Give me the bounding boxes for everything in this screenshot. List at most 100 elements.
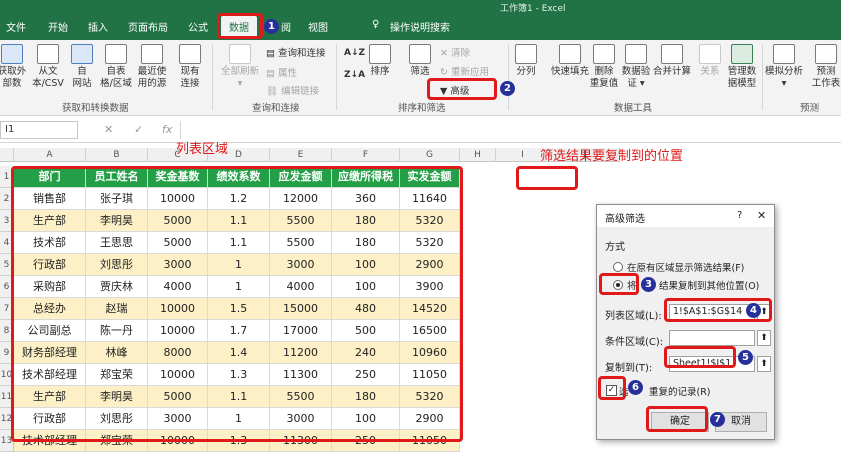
table-cell[interactable]: 4000 — [270, 276, 332, 298]
table-cell[interactable]: 王思思 — [86, 232, 148, 254]
existing-connections-button[interactable]: 现有 连接 — [170, 44, 210, 90]
table-cell[interactable]: 采购部 — [14, 276, 86, 298]
what-if-analysis-button[interactable]: 模拟分析 ▾ — [760, 44, 808, 90]
table-cell[interactable]: 5500 — [270, 386, 332, 408]
table-cell[interactable]: 180 — [332, 210, 400, 232]
sort-button[interactable]: 排序 — [360, 44, 400, 78]
table-cell[interactable]: 250 — [332, 364, 400, 386]
table-cell[interactable]: 公司副总 — [14, 320, 86, 342]
row-header[interactable]: 4 — [0, 232, 14, 254]
table-cell[interactable]: 8000 — [148, 342, 208, 364]
table-cell[interactable]: 11050 — [400, 430, 460, 452]
queries-connections-button[interactable]: ▤ 查询和连接 — [266, 45, 326, 59]
table-header-cell[interactable]: 应缴所得税 — [332, 166, 400, 188]
recent-sources-button[interactable]: 最近使 用的源 — [132, 44, 172, 90]
table-cell[interactable]: 陈一丹 — [86, 320, 148, 342]
table-cell[interactable]: 5320 — [400, 210, 460, 232]
table-cell[interactable]: 2900 — [400, 254, 460, 276]
table-cell[interactable]: 刘思彤 — [86, 254, 148, 276]
table-cell[interactable]: 100 — [332, 254, 400, 276]
tell-me-search[interactable]: 操作说明搜索 — [390, 19, 450, 34]
table-header-cell[interactable]: 实发金额 — [400, 166, 460, 188]
table-cell[interactable]: 1.5 — [208, 298, 270, 320]
table-cell[interactable]: 12000 — [270, 188, 332, 210]
list-range-input[interactable]: 1!$A$1:$G$14 — [669, 304, 755, 320]
column-header[interactable]: H — [460, 148, 496, 162]
unique-records-checkbox[interactable]: ✓ — [606, 385, 617, 396]
table-cell[interactable]: 480 — [332, 298, 400, 320]
clear-filter-button[interactable]: ✕ 清除 — [440, 45, 470, 59]
table-cell[interactable]: 3900 — [400, 276, 460, 298]
criteria-range-input[interactable] — [669, 330, 755, 346]
table-cell[interactable]: 5000 — [148, 386, 208, 408]
select-all-corner[interactable] — [0, 148, 14, 162]
table-cell[interactable]: 行政部 — [14, 408, 86, 430]
ok-button[interactable]: 确定 — [651, 412, 709, 432]
text-to-columns-button[interactable]: 分列 — [506, 44, 546, 78]
tab-review[interactable]: 阅 — [281, 19, 291, 34]
table-cell[interactable]: 生产部 — [14, 210, 86, 232]
row-header[interactable]: 5 — [0, 254, 14, 276]
table-cell[interactable]: 250 — [332, 430, 400, 452]
table-cell[interactable]: 技术部经理 — [14, 364, 86, 386]
range-picker-icon[interactable]: ⬆ — [757, 356, 771, 372]
table-header-cell[interactable]: 应发金额 — [270, 166, 332, 188]
filter-button[interactable]: 筛选 — [400, 44, 440, 78]
row-header[interactable]: 9 — [0, 342, 14, 364]
table-cell[interactable]: 销售部 — [14, 188, 86, 210]
table-cell[interactable]: 11640 — [400, 188, 460, 210]
table-cell[interactable]: 5000 — [148, 210, 208, 232]
row-header[interactable]: 13 — [0, 430, 14, 452]
table-cell[interactable]: 11300 — [270, 364, 332, 386]
table-cell[interactable]: 5000 — [148, 232, 208, 254]
table-cell[interactable]: 10000 — [148, 188, 208, 210]
row-header[interactable]: 12 — [0, 408, 14, 430]
consolidate-button[interactable]: 合并计算 — [648, 44, 696, 78]
reapply-button[interactable]: ↻ 重新应用 — [440, 64, 489, 78]
from-table-range-button[interactable]: 自表 格/区域 — [96, 44, 136, 90]
table-cell[interactable]: 技术部 — [14, 232, 86, 254]
range-picker-icon[interactable]: ⬆ — [757, 330, 771, 346]
table-cell[interactable]: 11300 — [270, 430, 332, 452]
row-header[interactable]: 3 — [0, 210, 14, 232]
table-cell[interactable]: 10000 — [148, 298, 208, 320]
tab-data[interactable]: 数据 — [221, 16, 257, 37]
column-header[interactable]: A — [14, 148, 86, 162]
radio-in-place[interactable] — [613, 262, 623, 272]
column-header[interactable]: B — [86, 148, 148, 162]
table-cell[interactable]: 4000 — [148, 276, 208, 298]
table-cell[interactable]: 11200 — [270, 342, 332, 364]
tab-file[interactable]: 文件 — [6, 19, 26, 34]
table-cell[interactable]: 10000 — [148, 364, 208, 386]
table-cell[interactable]: 3000 — [270, 254, 332, 276]
table-cell[interactable]: 3000 — [148, 408, 208, 430]
table-cell[interactable]: 180 — [332, 232, 400, 254]
row-header[interactable]: 10 — [0, 364, 14, 386]
table-cell[interactable]: 500 — [332, 320, 400, 342]
column-header[interactable]: F — [332, 148, 400, 162]
tab-home[interactable]: 开始 — [48, 19, 68, 34]
column-header[interactable]: E — [270, 148, 332, 162]
table-cell[interactable]: 3000 — [270, 408, 332, 430]
table-cell[interactable]: 10000 — [148, 320, 208, 342]
table-cell[interactable]: 180 — [332, 386, 400, 408]
table-cell[interactable]: 1 — [208, 276, 270, 298]
table-cell[interactable]: 360 — [332, 188, 400, 210]
table-cell[interactable]: 1.3 — [208, 430, 270, 452]
table-cell[interactable]: 1 — [208, 408, 270, 430]
table-cell[interactable]: 林峰 — [86, 342, 148, 364]
table-cell[interactable]: 郑宝荣 — [86, 430, 148, 452]
cancel-icon[interactable]: ✕ — [104, 123, 113, 136]
tab-view[interactable]: 视图 — [308, 19, 328, 34]
table-cell[interactable]: 刘思彤 — [86, 408, 148, 430]
column-header[interactable]: G — [400, 148, 460, 162]
table-header-cell[interactable]: 绩效系数 — [208, 166, 270, 188]
table-cell[interactable]: 张子琪 — [86, 188, 148, 210]
table-cell[interactable]: 生产部 — [14, 386, 86, 408]
table-cell[interactable]: 10000 — [148, 430, 208, 452]
table-cell[interactable]: 15000 — [270, 298, 332, 320]
table-cell[interactable]: 1.3 — [208, 364, 270, 386]
advanced-filter-button[interactable]: ▼ 高级 — [440, 83, 469, 97]
table-cell[interactable]: 1 — [208, 254, 270, 276]
table-cell[interactable]: 1.1 — [208, 232, 270, 254]
